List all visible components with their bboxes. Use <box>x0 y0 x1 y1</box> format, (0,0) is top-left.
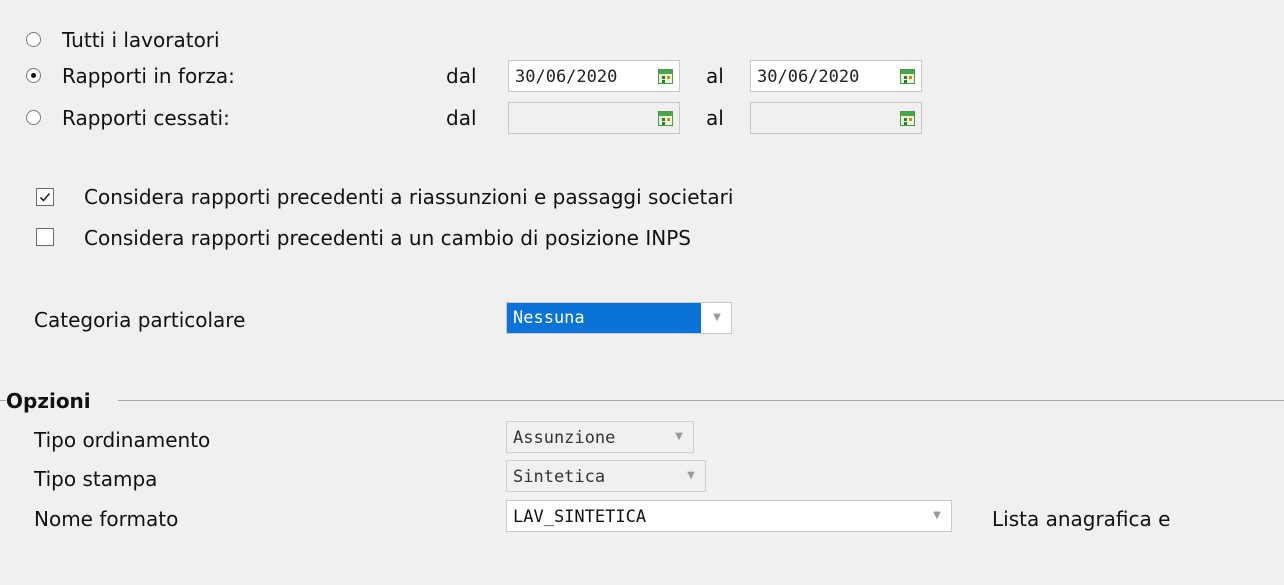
label-categoria-particolare: Categoria particolare <box>34 308 246 332</box>
chevron-down-icon[interactable]: ▼ <box>923 501 951 531</box>
label-dal-in-forza: dal <box>446 64 477 88</box>
section-title-opzioni: Opzioni <box>6 389 91 413</box>
date-cessati-to[interactable] <box>750 102 922 134</box>
select-categoria-particolare[interactable]: Nessuna ▼ <box>506 302 732 334</box>
select-value: LAV_SINTETICA <box>513 507 647 527</box>
radio-tutti-lavoratori[interactable] <box>26 32 41 47</box>
checkbox-riassunzioni[interactable] <box>36 188 54 206</box>
date-in-forza-from[interactable]: 30/06/2020 <box>508 60 680 92</box>
radio-selected-dot <box>31 73 36 78</box>
chevron-down-icon[interactable]: ▼ <box>703 303 731 333</box>
checkbox-cambio-posizione-inps[interactable] <box>36 228 54 246</box>
calendar-icon[interactable] <box>900 111 915 126</box>
chevron-down-icon[interactable]: ▼ <box>665 422 693 452</box>
radio-rapporti-cessati[interactable] <box>26 110 41 125</box>
date-in-forza-to[interactable]: 30/06/2020 <box>750 60 922 92</box>
label-cambio-posizione-inps: Considera rapporti precedenti a un cambi… <box>84 226 691 250</box>
chevron-down-icon[interactable]: ▼ <box>677 461 705 491</box>
label-tipo-stampa: Tipo stampa <box>34 467 158 491</box>
select-tipo-stampa[interactable]: Sintetica ▼ <box>506 460 706 492</box>
label-nome-formato: Nome formato <box>34 507 179 531</box>
date-cessati-from[interactable] <box>508 102 680 134</box>
label-rapporti-in-forza: Rapporti in forza: <box>62 64 235 88</box>
radio-rapporti-in-forza[interactable] <box>26 68 41 83</box>
select-value: Sintetica <box>513 467 606 487</box>
label-tutti-lavoratori: Tutti i lavoratori <box>62 28 220 52</box>
label-tipo-ordinamento: Tipo ordinamento <box>34 428 211 452</box>
select-value: Nessuna <box>513 308 585 328</box>
select-value: Assunzione <box>513 428 616 448</box>
date-value: 30/06/2020 <box>757 67 860 87</box>
label-dal-cessati: dal <box>446 106 477 130</box>
calendar-icon[interactable] <box>900 69 915 84</box>
label-rapporti-cessati: Rapporti cessati: <box>62 106 230 130</box>
label-al-in-forza: al <box>706 64 724 88</box>
calendar-icon[interactable] <box>658 69 673 84</box>
label-riassunzioni: Considera rapporti precedenti a riassunz… <box>84 185 734 209</box>
checkmark-icon <box>39 192 51 202</box>
nome-formato-description: Lista anagrafica e <box>992 507 1171 531</box>
select-nome-formato[interactable]: LAV_SINTETICA ▼ <box>506 500 952 532</box>
label-al-cessati: al <box>706 106 724 130</box>
section-divider <box>118 400 1284 401</box>
date-value: 30/06/2020 <box>515 67 618 87</box>
select-tipo-ordinamento[interactable]: Assunzione ▼ <box>506 421 694 453</box>
calendar-icon[interactable] <box>658 111 673 126</box>
